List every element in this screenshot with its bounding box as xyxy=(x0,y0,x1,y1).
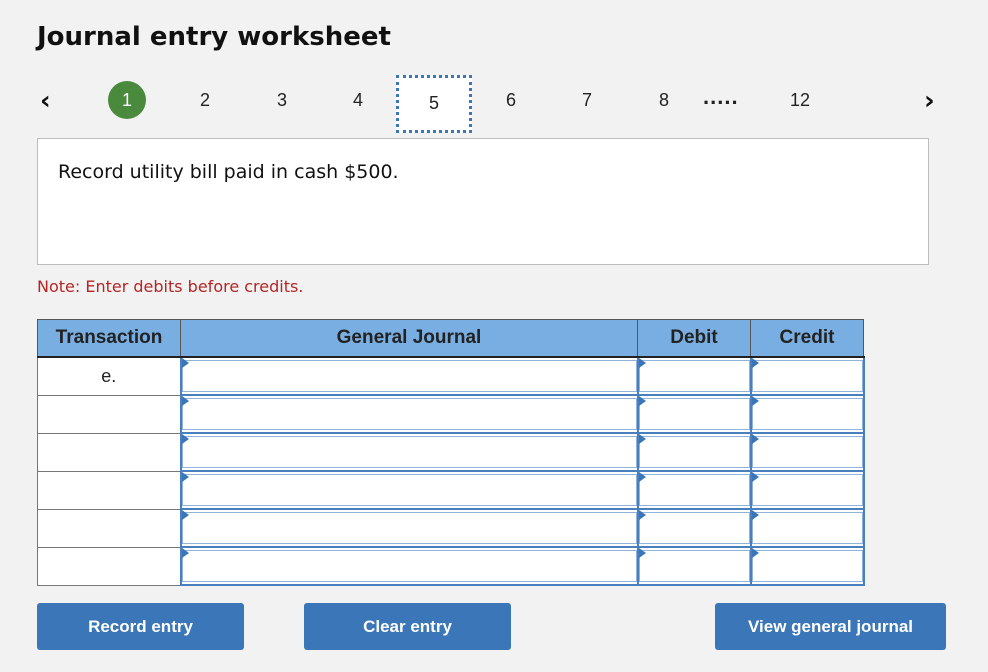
step-8[interactable]: 8 xyxy=(644,76,684,124)
account-input[interactable] xyxy=(181,512,637,544)
transaction-cell xyxy=(37,432,181,472)
credit-input[interactable] xyxy=(751,550,863,582)
step-1[interactable]: 1 xyxy=(108,81,146,119)
record-entry-button[interactable]: Record entry xyxy=(37,603,244,650)
step-3[interactable]: 3 xyxy=(262,76,302,124)
credit-input[interactable] xyxy=(751,360,863,392)
dropdown-flag-icon xyxy=(181,396,189,406)
account-input[interactable] xyxy=(181,436,637,468)
account-input[interactable] xyxy=(181,474,637,506)
dropdown-flag-icon xyxy=(181,548,189,558)
dropdown-flag-icon xyxy=(638,358,646,368)
account-input[interactable] xyxy=(181,550,637,582)
page-title: Journal entry worksheet xyxy=(37,22,391,52)
steps-ellipsis: ..... xyxy=(703,84,739,109)
transaction-cell xyxy=(37,470,181,510)
dropdown-flag-icon xyxy=(638,396,646,406)
debit-input[interactable] xyxy=(638,436,750,468)
dropdown-flag-icon xyxy=(181,472,189,482)
dropdown-flag-icon xyxy=(751,510,759,520)
dropdown-flag-icon xyxy=(638,472,646,482)
table-row xyxy=(37,394,865,434)
header-general-journal: General Journal xyxy=(180,319,638,358)
transaction-cell xyxy=(37,546,181,586)
account-cell xyxy=(179,470,639,510)
debit-cell xyxy=(636,546,752,586)
table-row xyxy=(37,470,865,510)
clear-entry-button[interactable]: Clear entry xyxy=(304,603,511,650)
dropdown-flag-icon xyxy=(638,548,646,558)
credit-cell xyxy=(749,356,865,396)
dropdown-flag-icon xyxy=(181,358,189,368)
dropdown-flag-icon xyxy=(638,434,646,444)
debit-cell xyxy=(636,508,752,548)
step-5[interactable]: 5 xyxy=(396,75,472,133)
note-text: Note: Enter debits before credits. xyxy=(37,277,304,296)
account-cell xyxy=(179,394,639,434)
chevron-right-icon[interactable]: › xyxy=(924,86,935,116)
header-credit: Credit xyxy=(750,319,864,358)
table-row xyxy=(37,508,865,548)
account-input[interactable] xyxy=(181,360,637,392)
prompt-box: Record utility bill paid in cash $500. xyxy=(37,138,929,265)
table-row xyxy=(37,546,865,586)
header-debit: Debit xyxy=(637,319,751,358)
account-cell xyxy=(179,546,639,586)
step-navigation: ‹ 1 2 3 4 5 6 7 8 ..... 12 › xyxy=(0,75,988,138)
account-cell xyxy=(179,508,639,548)
credit-input[interactable] xyxy=(751,512,863,544)
step-12[interactable]: 12 xyxy=(780,76,820,124)
account-cell xyxy=(179,432,639,472)
dropdown-flag-icon xyxy=(751,472,759,482)
transaction-cell: e. xyxy=(37,356,181,396)
debit-input[interactable] xyxy=(638,398,750,430)
chevron-left-icon[interactable]: ‹ xyxy=(40,86,51,116)
debit-cell xyxy=(636,394,752,434)
account-cell xyxy=(179,356,639,396)
debit-input[interactable] xyxy=(638,512,750,544)
journal-table: Transaction General Journal Debit Credit… xyxy=(37,319,865,586)
prompt-text: Record utility bill paid in cash $500. xyxy=(58,161,399,183)
transaction-cell xyxy=(37,394,181,434)
step-4[interactable]: 4 xyxy=(338,76,378,124)
credit-cell xyxy=(749,432,865,472)
dropdown-flag-icon xyxy=(751,548,759,558)
credit-cell xyxy=(749,546,865,586)
dropdown-flag-icon xyxy=(638,510,646,520)
table-row xyxy=(37,432,865,472)
credit-input[interactable] xyxy=(751,398,863,430)
dropdown-flag-icon xyxy=(751,434,759,444)
view-general-journal-button[interactable]: View general journal xyxy=(715,603,946,650)
debit-cell xyxy=(636,432,752,472)
transaction-cell xyxy=(37,508,181,548)
table-row: e. xyxy=(37,356,865,396)
dropdown-flag-icon xyxy=(181,434,189,444)
debit-cell xyxy=(636,356,752,396)
credit-cell xyxy=(749,470,865,510)
credit-input[interactable] xyxy=(751,436,863,468)
debit-input[interactable] xyxy=(638,550,750,582)
dropdown-flag-icon xyxy=(181,510,189,520)
step-7[interactable]: 7 xyxy=(567,76,607,124)
table-header-row: Transaction General Journal Debit Credit xyxy=(37,319,864,358)
account-input[interactable] xyxy=(181,398,637,430)
debit-cell xyxy=(636,470,752,510)
dropdown-flag-icon xyxy=(751,358,759,368)
credit-cell xyxy=(749,508,865,548)
debit-input[interactable] xyxy=(638,474,750,506)
dropdown-flag-icon xyxy=(751,396,759,406)
debit-input[interactable] xyxy=(638,360,750,392)
credit-cell xyxy=(749,394,865,434)
step-6[interactable]: 6 xyxy=(491,76,531,124)
credit-input[interactable] xyxy=(751,474,863,506)
step-2[interactable]: 2 xyxy=(185,76,225,124)
header-transaction: Transaction xyxy=(37,319,181,358)
